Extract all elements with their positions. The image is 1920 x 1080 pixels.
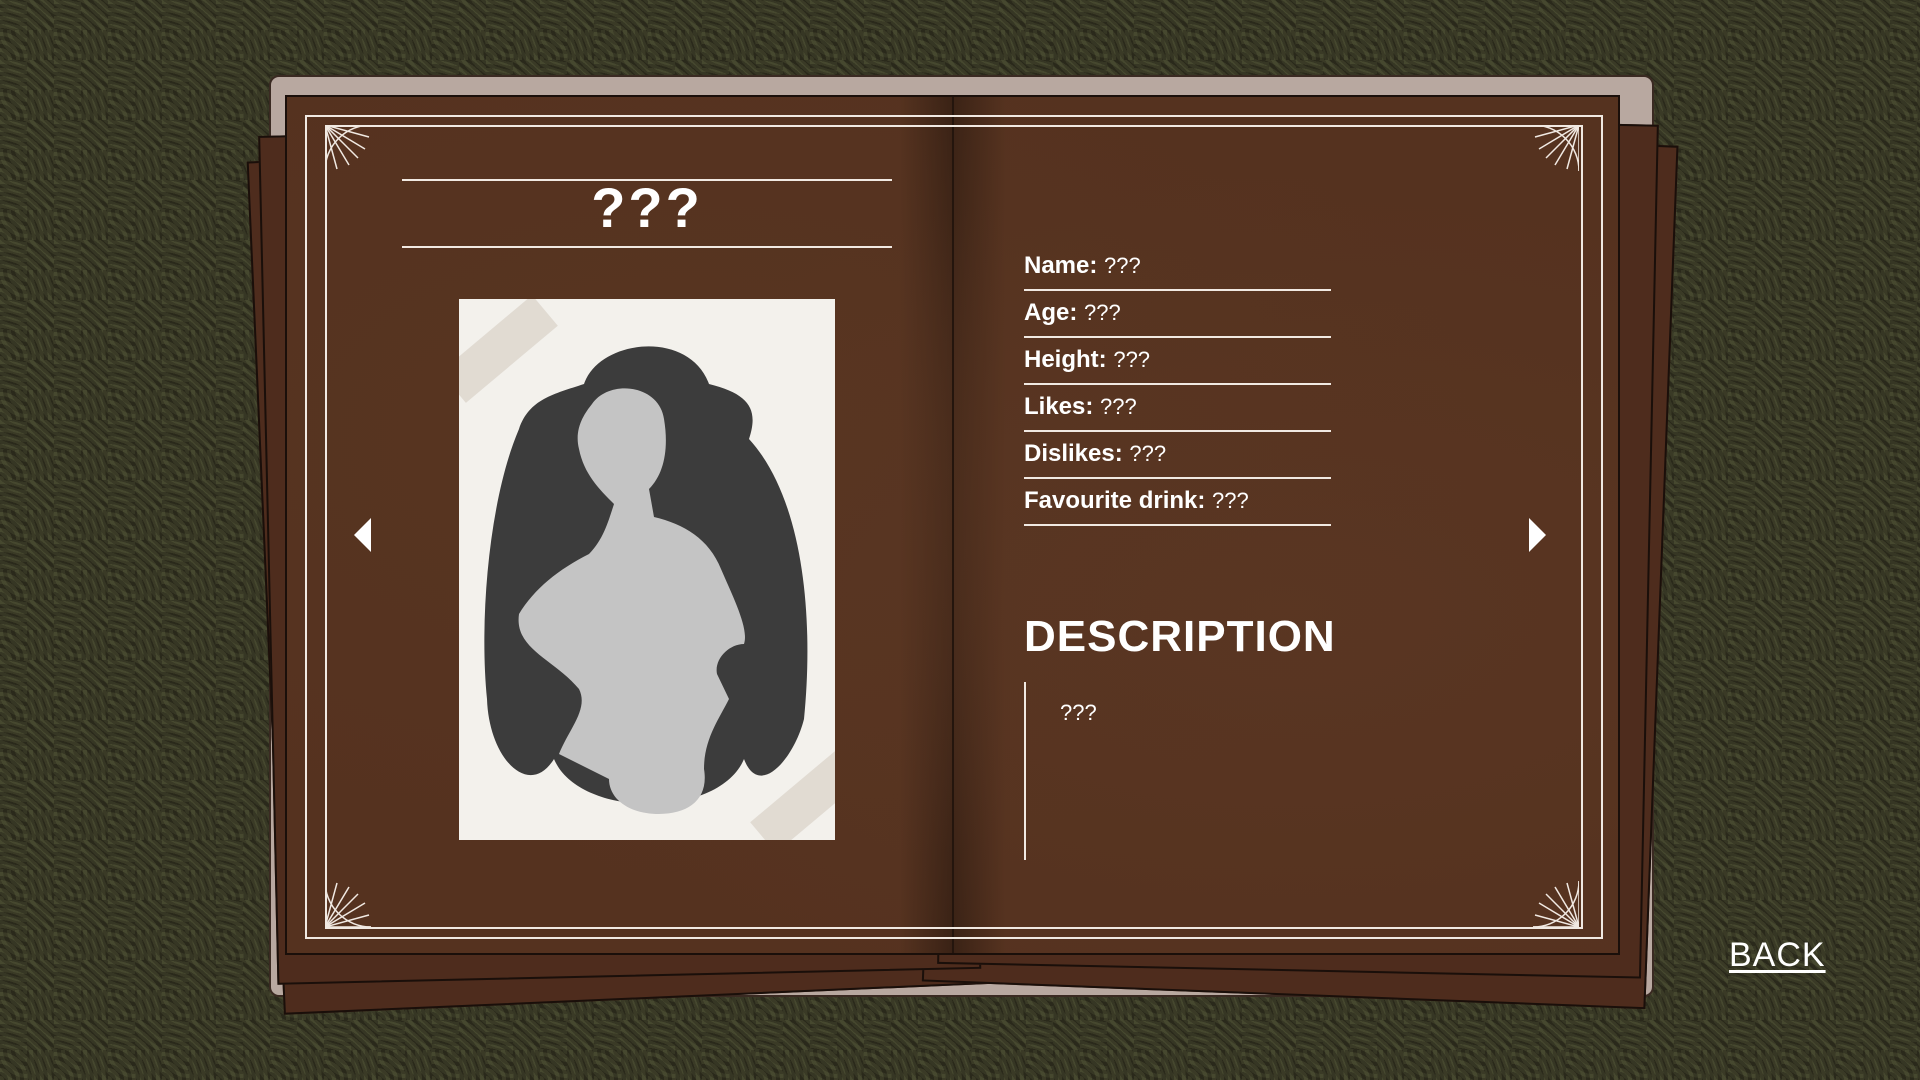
info-label: Height: (1024, 346, 1107, 373)
description-bar (1024, 682, 1026, 860)
info-label: Name: (1024, 252, 1098, 279)
info-row-age: Age: ??? (1024, 292, 1331, 338)
description-text: ??? (1060, 700, 1097, 725)
silhouette-portrait-icon (484, 346, 808, 814)
back-button[interactable]: BACK (1729, 936, 1826, 975)
next-page-arrow-icon[interactable] (1529, 518, 1546, 552)
info-row-dislikes: Dislikes: ??? (1024, 433, 1331, 479)
corner-ornament-icon (325, 125, 371, 171)
corner-ornament-icon (325, 881, 371, 927)
character-title: ??? (591, 176, 703, 239)
info-label: Likes: (1024, 393, 1094, 420)
corner-ornament-icon (1533, 881, 1579, 927)
info-value: ??? (1212, 488, 1249, 513)
description-heading: DESCRIPTION (1024, 612, 1336, 661)
info-value: ??? (1104, 253, 1141, 278)
info-label: Dislikes: (1024, 440, 1123, 467)
info-row-likes: Likes: ??? (1024, 386, 1331, 432)
info-label: Favourite drink: (1024, 487, 1206, 514)
book-spread: ??? Name: ??? Age: ??? Height: ??? Likes… (285, 95, 1620, 955)
info-value: ??? (1129, 441, 1167, 466)
previous-page-arrow-icon[interactable] (354, 518, 371, 552)
info-label: Age: (1024, 299, 1078, 326)
info-value: ??? (1084, 300, 1121, 325)
info-value: ??? (1100, 394, 1137, 419)
info-row-name: Name: ??? (1024, 245, 1331, 291)
info-row-favourite-drink: Favourite drink: ??? (1024, 480, 1331, 526)
corner-ornament-icon (1533, 125, 1579, 171)
character-portrait (459, 299, 835, 840)
title-rule-bottom (402, 246, 892, 248)
character-info-list: Name: ??? Age: ??? Height: ??? Likes: ??… (1024, 245, 1331, 526)
info-row-height: Height: ??? (1024, 339, 1331, 385)
info-value: ??? (1113, 347, 1151, 372)
